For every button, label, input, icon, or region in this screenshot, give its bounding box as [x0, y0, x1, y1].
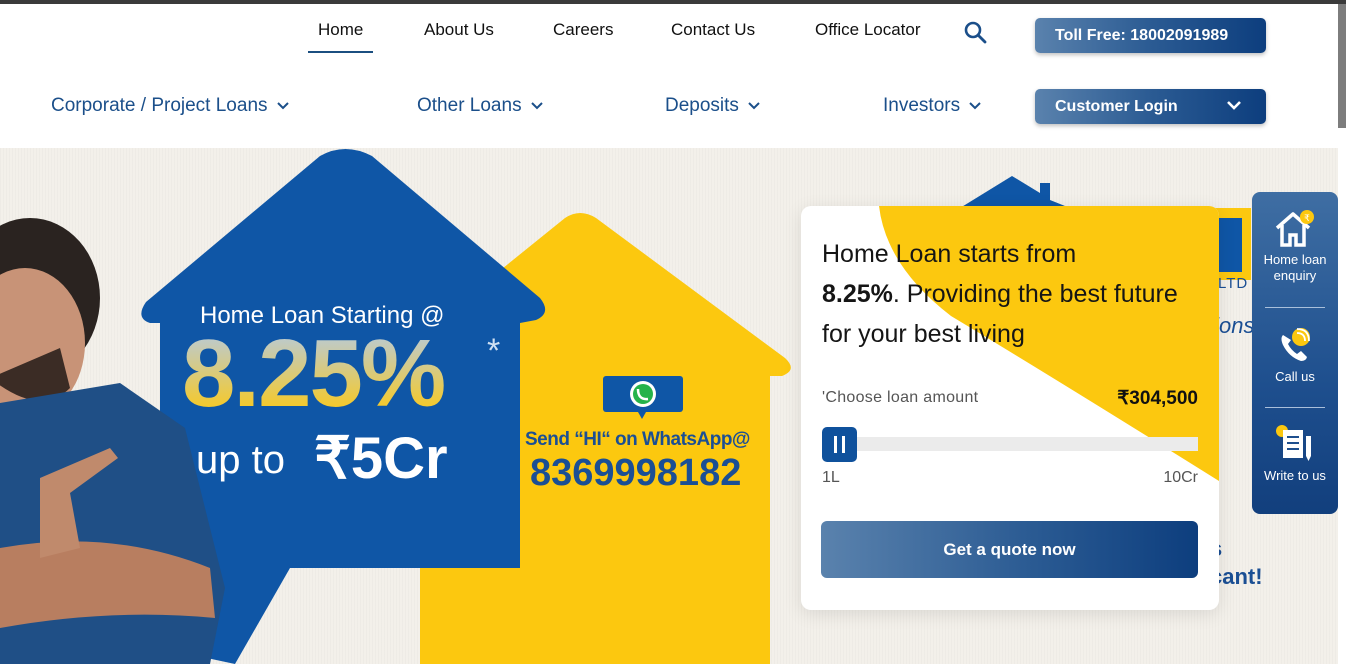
customer-login-button[interactable]: Customer Login: [1035, 89, 1266, 124]
chevron-down-icon: [1227, 101, 1241, 110]
top-nav-contact-us[interactable]: Contact Us: [671, 20, 755, 40]
title-rate: 8.25%: [822, 280, 893, 308]
hero-upto-label: up to: [196, 438, 285, 482]
side-divider: [1265, 407, 1325, 408]
main-nav-label: Corporate / Project Loans: [51, 95, 268, 116]
title-prefix: Home Loan starts from: [822, 240, 1077, 268]
brand-house-roof: [960, 176, 1070, 208]
main-nav-corporate-project-loans[interactable]: Corporate / Project Loans: [51, 95, 290, 117]
side-item-label: Write to us: [1264, 468, 1326, 483]
chevron-down-icon: [748, 102, 760, 110]
site-header: Home About Us Careers Contact Us Office …: [0, 4, 1338, 148]
brand-suffix: LTD: [1218, 275, 1249, 292]
hero-upto-amount: ₹5Cr: [314, 426, 448, 491]
whatsapp-number[interactable]: 8369998182: [530, 452, 741, 495]
main-nav-label: Other Loans: [417, 95, 522, 116]
document-pen-icon: [1276, 425, 1311, 461]
search-icon[interactable]: [963, 20, 987, 44]
loan-amount-value: ₹304,500: [1117, 388, 1198, 409]
hero-rate-footnote: *: [487, 332, 501, 370]
loan-amount-slider-track[interactable]: [822, 437, 1198, 451]
chevron-down-icon: [530, 102, 543, 110]
main-nav-investors[interactable]: Investors: [883, 95, 982, 117]
loan-amount-slider-handle[interactable]: [822, 427, 857, 462]
side-divider: [1265, 307, 1325, 308]
chevron-down-icon: [969, 102, 981, 110]
slider-max-label: 10Cr: [1163, 469, 1198, 486]
page-scrollbar[interactable]: [1338, 4, 1346, 128]
hero-rate: 8.25%: [182, 320, 446, 427]
quote-card: Home Loan starts from 8.25%. Providing t…: [801, 206, 1219, 610]
side-item-call-us[interactable]: Call us: [1252, 325, 1338, 385]
main-nav-label: Deposits: [665, 95, 739, 116]
quote-card-title: Home Loan starts from 8.25%. Providing t…: [822, 234, 1212, 354]
top-nav-about-us[interactable]: About Us: [424, 20, 494, 40]
top-nav-home[interactable]: Home: [307, 20, 374, 53]
main-nav-label: Investors: [883, 95, 961, 116]
slider-min-label: 1L: [822, 469, 840, 486]
top-nav-careers[interactable]: Careers: [553, 20, 613, 40]
phone-icon: [1281, 328, 1310, 361]
side-item-write-to-us[interactable]: Write to us: [1252, 424, 1338, 484]
main-nav-other-loans[interactable]: Other Loans: [417, 95, 544, 117]
top-nav-office-locator[interactable]: Office Locator: [815, 20, 921, 40]
chevron-down-icon: [276, 102, 289, 110]
loan-amount-label: 'Choose loan amount: [822, 389, 979, 406]
main-nav-deposits[interactable]: Deposits: [665, 95, 761, 117]
home-rupee-icon: ₹: [1275, 210, 1314, 247]
whatsapp-text: Send “HI“ on WhatsApp@: [525, 429, 750, 450]
side-item-label: Home loan enquiry: [1263, 252, 1327, 283]
svg-text:₹: ₹: [1304, 214, 1310, 224]
side-item-label: Call us: [1275, 369, 1315, 384]
get-quote-button[interactable]: Get a quote now: [821, 521, 1198, 578]
side-item-home-loan-enquiry[interactable]: ₹ Home loan enquiry: [1252, 208, 1338, 284]
customer-login-label: Customer Login: [1055, 97, 1178, 115]
side-contact-panel: ₹ Home loan enquiry Call us Write to us: [1252, 192, 1338, 514]
toll-free-button[interactable]: Toll Free: 18002091989: [1035, 18, 1266, 53]
hero-banner[interactable]: Home Loan Starting @ 8.25% * up to ₹5Cr …: [0, 148, 1338, 664]
